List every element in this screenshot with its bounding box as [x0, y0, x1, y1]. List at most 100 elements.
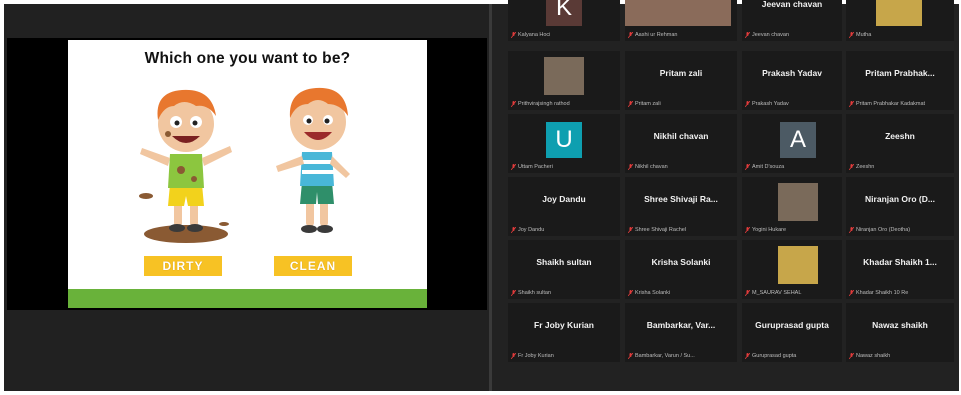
participant-video [778, 246, 818, 284]
participant-video [778, 183, 818, 221]
participant-tile[interactable]: U Uttam Pacheri [508, 114, 620, 173]
participant-label: Pritam Prabhakar Kadakmat [849, 101, 951, 107]
participant-label: Prithvirajsingh rathod [511, 101, 617, 107]
participant-name: Pritam Prabhak... [865, 68, 935, 78]
participant-label-text: Mutha [856, 32, 872, 38]
participant-tile[interactable]: Niranjan Oro (D... Niranjan Oro (Deotha) [846, 177, 954, 236]
participant-tile[interactable]: Pritam zali Pritam zali [625, 51, 737, 110]
participant-label-text: Jeevan chavan [752, 32, 789, 38]
participant-label-text: Amit D'souza [752, 164, 785, 170]
participant-label-text: Nikhil chavan [635, 164, 668, 170]
participant-label: Krisha Solanki [628, 290, 734, 296]
participant-label: Zeeshn [849, 164, 951, 170]
participant-name: Guruprasad gupta [755, 320, 829, 330]
participant-label-text: Nawaz shaikh [856, 353, 891, 359]
participant-tile[interactable]: Zeeshn Zeeshn [846, 114, 954, 173]
participant-tile[interactable]: Bambarkar, Var... Bambarkar, Varun / Su..… [625, 303, 737, 362]
muted-mic-icon [849, 353, 854, 359]
participant-tile[interactable]: Mutha [846, 0, 954, 41]
participant-name: Krisha Solanki [651, 257, 711, 267]
dirty-option-button[interactable]: DIRTY [144, 256, 222, 276]
participant-video [876, 0, 922, 26]
participant-tile[interactable]: Aashi ur Rehman [625, 0, 737, 41]
participant-label: Niranjan Oro (Deotha) [849, 227, 951, 233]
muted-mic-icon [745, 101, 750, 107]
participant-tile[interactable]: Jeevan chavan Jeevan chavan [742, 0, 842, 41]
grass-strip [68, 289, 427, 308]
participant-label-text: Yogini Hukare [752, 227, 787, 233]
participant-label: Prakash Yadav [745, 101, 839, 107]
participant-tile[interactable]: Shaikh sultan Shaikh sultan [508, 240, 620, 299]
participant-label: Amit D'souza [745, 164, 839, 170]
participant-label-text: Aashi ur Rehman [635, 32, 678, 38]
participant-label: Kalyana Hoci [511, 32, 617, 38]
participant-label-text: Kalyana Hoci [518, 32, 551, 38]
screen-share-area: Which one you want to be? DIRTY CLEAN [4, 4, 489, 391]
participant-tile[interactable]: K Kalyana Hoci [508, 0, 620, 41]
participant-label-text: Pritam zali [635, 101, 661, 107]
participant-label: Khadar Shaikh 10 Re [849, 290, 951, 296]
participant-name: Fr Joby Kurian [534, 320, 594, 330]
participant-label: Yogini Hukare [745, 227, 839, 233]
participant-tile[interactable]: Prithvirajsingh rathod [508, 51, 620, 110]
muted-mic-icon [745, 353, 750, 359]
muted-mic-icon [511, 32, 516, 38]
panel-divider[interactable] [489, 4, 492, 391]
participant-tile[interactable]: Nawaz shaikh Nawaz shaikh [846, 303, 954, 362]
slide-title: Which one you want to be? [144, 50, 351, 67]
participant-label: Fr Joby Kurian [511, 353, 617, 359]
participant-label: Bambarkar, Varun / Su... [628, 353, 734, 359]
muted-mic-icon [628, 353, 633, 359]
meeting-window: Which one you want to be? DIRTY CLEAN K … [4, 0, 959, 391]
participant-name: Bambarkar, Var... [646, 320, 716, 330]
muted-mic-icon [745, 290, 750, 296]
muted-mic-icon [849, 101, 854, 107]
participant-label: Uttam Pacheri [511, 164, 617, 170]
participant-tile[interactable]: Prakash Yadav Prakash Yadav [742, 51, 842, 110]
participant-label-text: Fr Joby Kurian [518, 353, 554, 359]
muted-mic-icon [745, 227, 750, 233]
muted-mic-icon [628, 227, 633, 233]
participant-video [544, 57, 584, 95]
participant-tile[interactable]: Pritam Prabhak... Pritam Prabhakar Kadakm… [846, 51, 954, 110]
participant-tile[interactable]: Khadar Shaikh 1... Khadar Shaikh 10 Re [846, 240, 954, 299]
participant-tile[interactable]: Nikhil chavan Nikhil chavan [625, 114, 737, 173]
participant-label: Guruprasad gupta [745, 353, 839, 359]
participant-tile[interactable]: M_SAURAV SEHAL [742, 240, 842, 299]
participant-label: Nawaz shaikh [849, 353, 951, 359]
participant-name: Joy Dandu [542, 194, 586, 204]
muted-mic-icon [745, 32, 750, 38]
muted-mic-icon [511, 353, 516, 359]
participant-avatar: U [546, 122, 582, 158]
participant-label: M_SAURAV SEHAL [745, 290, 839, 296]
participant-video [625, 0, 731, 26]
participant-label-text: Zeeshn [856, 164, 875, 170]
participant-tile[interactable]: Fr Joby Kurian Fr Joby Kurian [508, 303, 620, 362]
muted-mic-icon [849, 290, 854, 296]
participant-label: Aashi ur Rehman [628, 32, 734, 38]
participant-label-text: Pritam Prabhakar Kadakmat [856, 101, 926, 107]
participant-label-text: Prakash Yadav [752, 101, 789, 107]
participant-name: Shaikh sultan [536, 257, 592, 267]
clean-option-button[interactable]: CLEAN [274, 256, 352, 276]
participant-label: Mutha [849, 32, 951, 38]
participant-label-text: Niranjan Oro (Deotha) [856, 227, 911, 233]
participant-tile[interactable]: Shree Shivaji Ra... Shree Shivaji Rachel [625, 177, 737, 236]
muted-mic-icon [511, 290, 516, 296]
shared-slide: Which one you want to be? DIRTY CLEAN [68, 40, 427, 308]
participant-label: Jeevan chavan [745, 32, 839, 38]
muted-mic-icon [745, 164, 750, 170]
participant-name: Khadar Shaikh 1... [863, 257, 937, 267]
muted-mic-icon [849, 164, 854, 170]
participant-name: Nawaz shaikh [872, 320, 928, 330]
participant-label-text: Shaikh sultan [518, 290, 552, 296]
participant-tile[interactable]: A Amit D'souza [742, 114, 842, 173]
participant-label-text: Khadar Shaikh 10 Re [856, 290, 909, 296]
muted-mic-icon [511, 164, 516, 170]
participant-name: Niranjan Oro (D... [865, 194, 935, 204]
participant-tile[interactable]: Yogini Hukare [742, 177, 842, 236]
muted-mic-icon [628, 32, 633, 38]
participant-tile[interactable]: Joy Dandu Joy Dandu [508, 177, 620, 236]
participant-tile[interactable]: Guruprasad gupta Guruprasad gupta [742, 303, 842, 362]
participant-tile[interactable]: Krisha Solanki Krisha Solanki [625, 240, 737, 299]
